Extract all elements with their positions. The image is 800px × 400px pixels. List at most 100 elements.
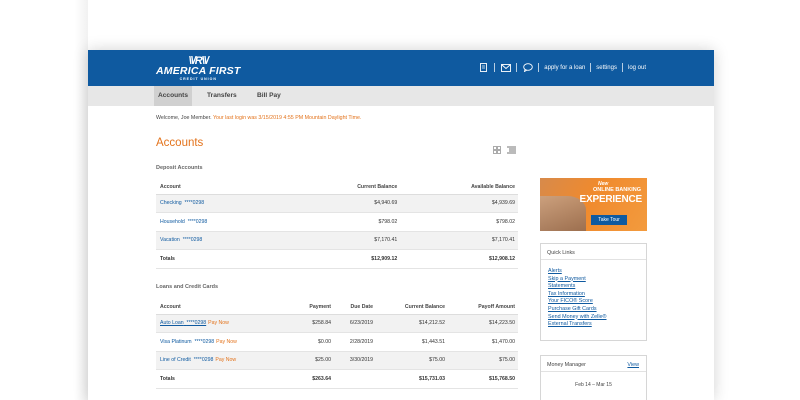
due-date: 6/23/2019 [334,314,376,333]
payment: $0.00 [286,332,334,352]
current-balance: $7,170.41 [292,231,401,250]
table-row: Visa Platinum ****0298 Pay Now $0.00 2/28… [156,332,518,352]
quick-link-zelle[interactable]: Send Money with Zelle® [548,314,639,322]
current-balance: $4,940.69 [292,194,401,213]
deposit-accounts-table: Account Current Balance Available Balanc… [156,180,518,269]
mail-icon[interactable] [500,62,511,73]
column-header: Available Balance [400,180,518,195]
promo-line2: EXPERIENCE [579,194,643,205]
total-current: $12,909.12 [292,249,401,269]
logo-subtitle: CREDIT UNION [179,77,217,81]
quick-link-alerts[interactable]: Alerts [548,268,639,276]
settings-link[interactable]: settings [596,65,617,71]
nav-divider [621,63,623,72]
column-header: Payoff Amount [448,300,518,315]
available-balance: $4,939.69 [400,194,518,213]
current-balance: $1,443.51 [376,332,448,352]
nav-divider [590,63,592,72]
total-available: $12,908.12 [400,249,518,269]
tab-bill-pay[interactable]: Bill Pay [253,86,285,106]
account-link[interactable]: Checking ****0298 [160,200,204,206]
tab-bar: Accounts Transfers Bill Pay [88,86,714,106]
apply-loan-link[interactable]: apply for a loan [544,65,585,71]
quick-link-skip-payment[interactable]: Skip a Payment [548,276,639,284]
table-row: Vacation ****0298 $7,170.41 $7,170.41 [156,231,518,250]
totals-row: Totals $263.64 $15,731.03 $15,768.50 [156,369,518,389]
table-row: Auto Loan ****0298 Pay Now $258.84 6/23/2… [156,314,518,333]
payoff-amount: $75.00 [448,351,518,370]
quick-link-gift-cards[interactable]: Purchase Gift Cards [548,306,639,314]
account-cell: Visa Platinum ****0298 Pay Now [156,332,286,352]
account-link[interactable]: Auto Loan ****0298 [160,320,206,326]
column-header: Payment [286,300,334,315]
available-balance: $7,170.41 [400,231,518,250]
take-tour-button[interactable]: Take Tour [591,215,627,225]
totals-row: Totals $12,909.12 $12,908.12 [156,249,518,269]
money-manager-title: Money Manager [547,362,586,368]
brand-logo[interactable]: \\/R\\/ AMERICA FIRST CREDIT UNION [156,56,241,82]
loans-table: Account Payment Due Date Current Balance… [156,300,518,389]
money-manager-view-link[interactable]: View [627,362,639,368]
page-title: Accounts [156,137,204,149]
account-link[interactable]: Visa Platinum ****0298 [160,339,214,345]
payoff-amount: $1,470.00 [448,332,518,352]
promo-line1: ONLINE BANKING [593,187,641,193]
totals-label: Totals [156,249,293,269]
tab-accounts[interactable]: Accounts [154,86,193,106]
welcome-message: Welcome, Joe Member. Your last login was… [156,115,361,121]
list-view-icon[interactable] [507,141,516,159]
column-header: Due Date [334,300,376,315]
money-manager-panel: Money Manager View Feb 14 – Mar 15 [540,355,647,400]
payoff-amount: $14,223.50 [448,314,518,333]
tab-transfers[interactable]: Transfers [203,86,241,106]
quick-link-external-transfers[interactable]: External Transfers [548,321,639,329]
account-link[interactable]: Vacation ****0298 [160,237,202,243]
logo-name: AMERICA FIRST [156,65,241,77]
column-header: Account [156,180,293,195]
document-icon[interactable] [478,62,489,73]
account-link[interactable]: Line of Credit ****0298 [160,357,213,363]
payment: $25.00 [286,351,334,370]
deposit-accounts-title: Deposit Accounts [156,165,203,171]
quick-link-fico-score[interactable]: Your FICO® Score [548,298,639,306]
date-range: Feb 14 – Mar 15 [575,382,612,388]
view-toggle [493,141,516,159]
money-manager-header: Money Manager View [541,356,646,372]
nav-divider [538,63,540,72]
totals-label: Totals [156,369,286,389]
pay-now-link[interactable]: Pay Now [208,320,229,326]
nav-divider [516,63,518,72]
nav-divider [494,63,496,72]
table-row: Line of Credit ****0298 Pay Now $25.00 3/… [156,351,518,370]
quick-link-statements[interactable]: Statements [548,283,639,291]
pay-now-link[interactable]: Pay Now [215,357,236,363]
total-payment: $263.64 [286,369,334,389]
loans-title: Loans and Credit Cards [156,284,219,290]
account-link[interactable]: Household ****0298 [160,219,207,225]
account-cell: Vacation ****0298 [156,231,293,250]
quick-links-list: Alerts Skip a Payment Statements Tax Inf… [541,260,646,335]
pay-now-link[interactable]: Pay Now [216,339,237,345]
payment: $258.84 [286,314,334,333]
logout-link[interactable]: log out [628,65,646,71]
chat-icon[interactable] [522,62,533,73]
account-cell: Line of Credit ****0298 Pay Now [156,351,286,370]
grid-view-icon[interactable] [493,141,501,159]
table-row: Checking ****0298 $4,940.69 $4,939.69 [156,194,518,213]
welcome-greeting: Welcome, Joe Member. [156,115,212,121]
due-date: 2/28/2019 [334,332,376,352]
current-balance: $14,212.52 [376,314,448,333]
top-nav: apply for a loan settings log out [478,62,646,73]
page-background [0,0,88,400]
quick-links-panel: Quick Links Alerts Skip a Payment Statem… [540,243,647,341]
total-payoff: $15,768.50 [448,369,518,389]
account-cell: Household ****0298 [156,212,293,232]
total-due-date [334,369,376,389]
column-header: Current Balance [376,300,448,315]
app-window: \\/R\\/ AMERICA FIRST CREDIT UNION apply… [88,50,714,400]
quick-links-title: Quick Links [541,244,646,260]
due-date: 3/30/2019 [334,351,376,370]
total-current: $15,731.03 [376,369,448,389]
current-balance: $798.02 [292,212,401,232]
online-banking-promo[interactable]: New ONLINE BANKING EXPERIENCE Take Tour [540,178,647,231]
